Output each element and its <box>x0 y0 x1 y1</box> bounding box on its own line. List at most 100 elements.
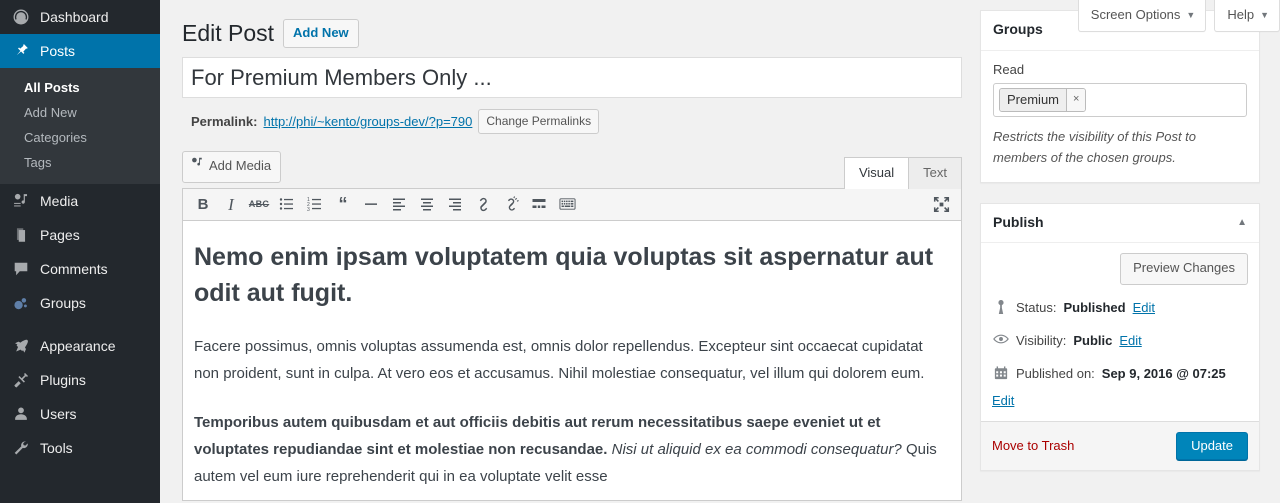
tab-text[interactable]: Text <box>909 156 962 189</box>
permalink-row: Permalink: http://phi/~kento/groups-dev/… <box>182 109 962 134</box>
publish-metabox-title: Publish <box>993 213 1044 230</box>
horizontal-rule-icon[interactable] <box>357 192 385 216</box>
plugins-icon <box>11 370 31 390</box>
publish-metabox-header[interactable]: Publish ▲ <box>981 204 1259 244</box>
screen-meta-links: Screen Options ▼ Help ▼ <box>1070 0 1280 33</box>
chevron-down-icon: ▼ <box>1186 10 1196 20</box>
published-on-value: Sep 9, 2016 @ 07:25 <box>1101 365 1226 381</box>
pin-icon <box>992 298 1009 314</box>
bold-glyph: B <box>197 195 209 213</box>
visibility-edit-link[interactable]: Edit <box>1119 331 1141 351</box>
read-more-icon[interactable] <box>525 192 553 216</box>
update-button[interactable]: Update <box>1176 431 1248 460</box>
sidebar-separator <box>0 320 160 329</box>
bulleted-list-icon[interactable] <box>273 192 301 216</box>
tab-visual[interactable]: Visual <box>843 156 910 189</box>
sidebar-item-groups[interactable]: Groups <box>0 286 160 320</box>
sidebar-item-label: Dashboard <box>40 9 109 25</box>
status-row: Status: Published Edit <box>992 298 1248 318</box>
sidebar-item-pages[interactable]: Pages <box>0 218 160 252</box>
screen-options-label: Screen Options <box>1090 7 1181 22</box>
add-new-button[interactable]: Add New <box>283 19 359 48</box>
page-title: Edit Post <box>182 20 275 46</box>
publish-metabox: Publish ▲ Preview Changes Status: Publis… <box>980 202 1260 471</box>
sidebar-item-comments[interactable]: Comments <box>0 252 160 286</box>
numbered-list-icon[interactable]: 1 2 3 <box>301 192 329 216</box>
align-left-icon[interactable] <box>385 192 413 216</box>
preview-row: Preview Changes <box>992 253 1248 285</box>
sidebar-item-label: Appearance <box>40 338 116 354</box>
sidebar-item-label: Comments <box>40 261 108 277</box>
submenu-item-tags[interactable]: Tags <box>0 150 160 175</box>
italic-glyph: I <box>228 194 234 214</box>
status-edit-link[interactable]: Edit <box>1133 298 1155 318</box>
svg-text:3: 3 <box>307 207 310 212</box>
add-media-button[interactable]: Add Media <box>182 151 282 183</box>
unlink-icon[interactable] <box>497 192 525 216</box>
italic-icon[interactable]: I <box>217 192 245 216</box>
submenu-item-add-new[interactable]: Add New <box>0 100 160 125</box>
toolbar-toggle-icon[interactable] <box>553 192 581 216</box>
remove-token-icon[interactable]: × <box>1066 88 1086 111</box>
sidebar-item-appearance[interactable]: Appearance <box>0 329 160 363</box>
permalink-label: Permalink: <box>191 114 258 129</box>
status-value: Published <box>1063 299 1126 315</box>
status-label: Status: <box>1016 299 1057 315</box>
group-token-label: Premium <box>1000 88 1067 111</box>
sidebar-item-dashboard[interactable]: Dashboard <box>0 0 160 34</box>
content-columns: Edit Post Add New Permalink: http://phi/… <box>160 0 1280 501</box>
editor-top-bar: Add Media Visual Text <box>182 151 962 189</box>
sidebar-item-tools[interactable]: Tools <box>0 431 160 465</box>
screen-options-button[interactable]: Screen Options ▼ <box>1077 0 1207 33</box>
content-heading: Nemo enim ipsam voluptatem quia voluptas… <box>194 242 934 307</box>
change-permalinks-button[interactable]: Change Permalinks <box>478 109 600 134</box>
wordpress-admin-screen: Dashboard Posts All Posts Add New Catego… <box>0 0 1280 503</box>
submenu-item-all-posts[interactable]: All Posts <box>0 75 160 100</box>
submenu-item-label: Tags <box>24 155 52 170</box>
editor-content-area[interactable]: Nemo enim ipsam voluptatem quia voluptas… <box>182 220 962 501</box>
sidebar-item-label: Tools <box>40 440 73 456</box>
group-token: Premium × <box>999 87 1087 112</box>
pages-icon <box>11 225 31 245</box>
calendar-icon <box>992 364 1009 380</box>
groups-token-field[interactable]: Premium × <box>993 82 1247 117</box>
users-icon <box>11 404 31 424</box>
strikethrough-icon[interactable]: ABC <box>245 192 273 216</box>
chevron-up-icon[interactable]: ▲ <box>1237 217 1247 228</box>
submenu-item-label: Add New <box>24 105 77 120</box>
published-on-edit-link[interactable]: Edit <box>992 391 1248 411</box>
insert-link-icon[interactable] <box>469 192 497 216</box>
chevron-down-icon: ▼ <box>1260 10 1269 20</box>
publish-metabox-body: Preview Changes Status: Published Edit V… <box>981 243 1259 421</box>
post-editor: Add Media Visual Text B I ABC 1 2 3 “ Ne… <box>182 151 962 501</box>
distraction-free-icon[interactable] <box>927 192 955 216</box>
blockquote-icon[interactable]: “ <box>329 192 357 216</box>
sidebar-item-label: Posts <box>40 43 76 59</box>
sidebar-item-users[interactable]: Users <box>0 397 160 431</box>
preview-changes-button[interactable]: Preview Changes <box>1120 253 1248 285</box>
post-title-input[interactable] <box>182 57 962 98</box>
groups-icon <box>11 293 31 313</box>
sidebar-item-label: Pages <box>40 227 80 243</box>
blockquote-glyph: “ <box>338 194 348 215</box>
align-center-icon[interactable] <box>413 192 441 216</box>
sidebar-item-label: Media <box>40 193 79 209</box>
publish-metabox-footer: Move to Trash Update <box>981 420 1259 470</box>
help-button[interactable]: Help ▼ <box>1214 0 1280 33</box>
media-icon <box>190 156 204 177</box>
page-title-row: Edit Post Add New <box>182 10 962 57</box>
submenu-item-categories[interactable]: Categories <box>0 125 160 150</box>
help-label: Help <box>1227 7 1255 22</box>
permalink-url[interactable]: http://phi/~kento/groups-dev/?p=790 <box>263 114 472 129</box>
align-right-icon[interactable] <box>441 192 469 216</box>
visibility-label: Visibility: <box>1016 332 1067 348</box>
sidebar-item-label: Groups <box>40 295 86 311</box>
posts-submenu: All Posts Add New Categories Tags <box>0 68 160 184</box>
sidebar-item-plugins[interactable]: Plugins <box>0 363 160 397</box>
appearance-icon <box>11 336 31 356</box>
sidebar-item-posts[interactable]: Posts <box>0 34 160 68</box>
bold-icon[interactable]: B <box>189 192 217 216</box>
sidebar-item-media[interactable]: Media <box>0 184 160 218</box>
dashboard-icon <box>11 7 31 27</box>
move-to-trash-link[interactable]: Move to Trash <box>992 438 1074 453</box>
